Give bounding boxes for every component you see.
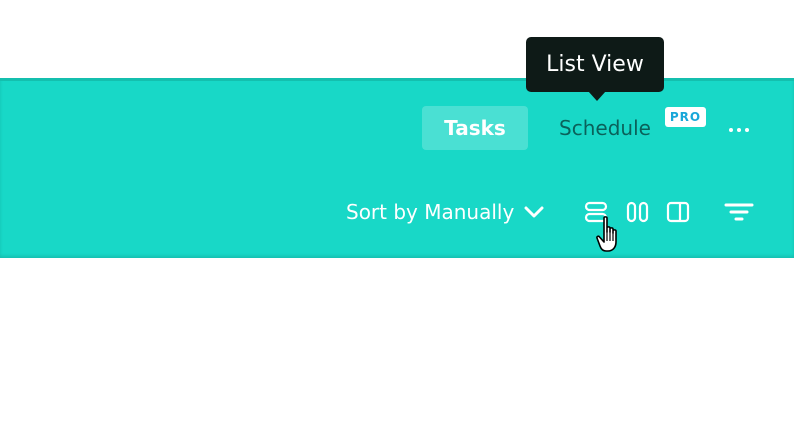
tab-schedule[interactable]: Schedule <box>540 106 670 150</box>
sort-dropdown[interactable]: Sort by Manually <box>346 196 544 228</box>
pro-badge: PRO <box>665 107 706 127</box>
tooltip-text: List View <box>546 52 644 77</box>
sort-label: Sort by Manually <box>346 200 515 224</box>
content-area <box>0 258 794 432</box>
top-blank-area <box>0 0 794 78</box>
ellipsis-dot <box>745 128 749 132</box>
teal-header-toolbar: Tasks Schedule PRO Sort by Manually <box>0 78 794 258</box>
split-view-icon[interactable] <box>666 200 690 224</box>
tooltip-arrow <box>588 91 606 101</box>
ellipsis-dot <box>737 128 741 132</box>
filter-icon[interactable] <box>724 200 754 224</box>
list-view-tooltip: List View <box>526 37 664 92</box>
chevron-down-icon <box>524 206 544 218</box>
tab-tasks[interactable]: Tasks <box>422 106 528 150</box>
ellipsis-icon <box>729 128 733 132</box>
tab-tasks-label: Tasks <box>444 116 506 140</box>
hand-pointer-cursor-icon <box>596 216 617 252</box>
more-options-button[interactable] <box>724 118 754 142</box>
tab-schedule-label: Schedule <box>559 116 651 140</box>
toolbar-top-border <box>0 78 794 81</box>
